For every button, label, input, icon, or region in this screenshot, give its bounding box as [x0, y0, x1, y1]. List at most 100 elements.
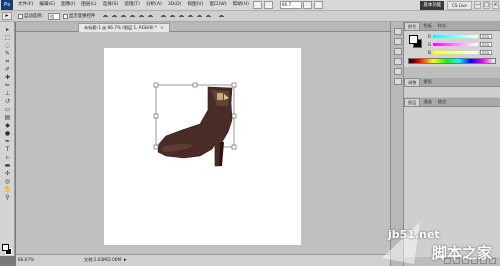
align-hcenter-icon[interactable]	[138, 12, 146, 20]
menu-filter[interactable]: 滤镜(T)	[121, 0, 143, 10]
menu-help[interactable]: 帮助(H)	[230, 0, 252, 10]
distribute-bottom-icon[interactable]	[178, 12, 186, 20]
distribute-left-icon[interactable]	[187, 12, 195, 20]
tab-masks[interactable]: 蒙版	[420, 78, 434, 86]
document-tab[interactable]: 未标题-1 @ 66.7% (图层 1, RGB/8) * ×	[78, 23, 170, 32]
distribute-top-icon[interactable]	[160, 12, 168, 20]
tab-styles[interactable]: 样式	[435, 22, 449, 30]
menu-3d[interactable]: 3D(D)	[165, 0, 185, 10]
foreground-color-swatch[interactable]	[2, 244, 9, 251]
close-window-button[interactable]: ×	[492, 1, 499, 9]
transform-handle[interactable]	[192, 82, 198, 88]
green-value-field[interactable]: 255	[480, 42, 492, 47]
menu-edit[interactable]: 编辑(E)	[36, 0, 58, 10]
show-transform-checkbox[interactable]	[62, 13, 68, 19]
document-canvas[interactable]	[104, 48, 301, 245]
eyedropper-tool-icon[interactable]: ✐	[3, 66, 12, 73]
align-right-icon[interactable]	[147, 12, 155, 20]
transform-handle[interactable]	[153, 82, 159, 88]
gradient-tool-icon[interactable]: ▤	[3, 114, 12, 121]
healing-brush-tool-icon[interactable]: ✚	[3, 74, 12, 81]
align-vcenter-icon[interactable]	[111, 12, 119, 20]
menu-file[interactable]: 文件(F)	[15, 0, 36, 10]
tab-adjustments[interactable]: 调整	[404, 78, 421, 86]
history-brush-tool-icon[interactable]: ↺	[3, 98, 12, 105]
transform-handle[interactable]	[231, 82, 237, 88]
menu-layer[interactable]: 图层(L)	[78, 0, 99, 10]
blue-slider[interactable]	[433, 51, 478, 54]
tab-layers[interactable]: 图层	[404, 98, 421, 106]
tab-channels[interactable]: 通道	[420, 98, 434, 106]
arrange-documents-icon[interactable]	[313, 1, 323, 9]
transform-handle[interactable]	[231, 113, 237, 119]
crop-tool-icon[interactable]: ⌗	[3, 58, 12, 65]
color-spectrum-bar[interactable]	[408, 58, 496, 64]
color-panel-foreground-swatch[interactable]	[409, 35, 418, 44]
auto-select-dropdown[interactable]: 组	[47, 12, 60, 20]
align-top-icon[interactable]	[102, 12, 110, 20]
tab-swatches[interactable]: 色板	[420, 22, 434, 30]
distribute-hcenter-icon[interactable]	[196, 12, 204, 20]
quick-select-tool-icon[interactable]: ✎	[3, 50, 12, 57]
minimize-button[interactable]: —	[474, 1, 481, 9]
workspace-button[interactable]: 基本功能	[420, 1, 444, 10]
tab-paths[interactable]: 路径	[435, 98, 449, 106]
status-zoom-level[interactable]: 66.67%	[18, 255, 34, 265]
move-tool-icon[interactable]: ▸	[3, 26, 12, 33]
cs-live-button[interactable]: CS Live	[447, 1, 472, 10]
clone-stamp-tool-icon[interactable]: ⊥	[3, 90, 12, 97]
maximize-button[interactable]: □	[483, 1, 490, 9]
paragraph-panel-icon[interactable]	[394, 78, 402, 85]
hand-icon[interactable]	[302, 1, 312, 9]
move-tool-preset-icon[interactable]: ▸	[2, 12, 12, 20]
dodge-tool-icon[interactable]: ●	[3, 130, 12, 137]
pen-tool-icon[interactable]: ✒	[3, 138, 12, 145]
menu-window[interactable]: 窗口(W)	[206, 0, 229, 10]
blue-value-field[interactable]: 255	[480, 50, 492, 55]
distribute-vcenter-icon[interactable]	[169, 12, 177, 20]
red-slider[interactable]	[433, 35, 478, 38]
3d-camera-tool-icon[interactable]: ◎	[3, 178, 12, 185]
path-select-tool-icon[interactable]: ▹	[3, 154, 12, 161]
shape-tool-icon[interactable]: ▬	[3, 162, 12, 169]
menu-select[interactable]: 选择(S)	[100, 0, 122, 10]
align-bottom-icon[interactable]	[120, 12, 128, 20]
lasso-tool-icon[interactable]: ◌	[3, 42, 12, 49]
bridge-icon[interactable]	[252, 1, 262, 9]
type-tool-icon[interactable]: T	[3, 146, 12, 153]
watermark-site: jb51.net	[388, 228, 440, 241]
distribute-right-icon[interactable]	[205, 12, 213, 20]
document-tab-bar: 未标题-1 @ 66.7% (图层 1, RGB/8) * ×	[16, 22, 390, 32]
adjustments-panel	[404, 87, 500, 97]
brush-tool-icon[interactable]: ✏	[3, 82, 12, 89]
3d-rotate-tool-icon[interactable]: ✢	[3, 170, 12, 177]
boot-image[interactable]	[104, 48, 301, 245]
green-slider[interactable]	[433, 43, 478, 46]
auto-select-checkbox[interactable]	[18, 13, 23, 19]
close-tab-icon[interactable]: ×	[160, 25, 164, 30]
zoom-level-select[interactable]: 66.7	[279, 1, 302, 9]
eraser-tool-icon[interactable]: ▭	[3, 106, 12, 113]
actions-panel-icon[interactable]	[394, 38, 402, 45]
zoom-tool-icon[interactable]: ⚲	[3, 194, 12, 201]
marquee-tool-icon[interactable]: ⬚	[3, 34, 12, 41]
history-panel-icon[interactable]	[394, 28, 402, 35]
red-value-field[interactable]: 255	[480, 34, 492, 39]
green-slider-row: G 255	[428, 42, 498, 48]
status-menu-arrow-icon[interactable]: ▸	[124, 255, 127, 265]
clone-source-panel-icon[interactable]	[394, 58, 402, 65]
menu-image[interactable]: 图像(I)	[58, 0, 78, 10]
menu-analysis[interactable]: 分析(A)	[143, 0, 165, 10]
align-left-icon[interactable]	[129, 12, 137, 20]
menu-view[interactable]: 视图(V)	[184, 0, 206, 10]
blur-tool-icon[interactable]: ◆	[3, 122, 12, 129]
transform-handle[interactable]	[153, 113, 159, 119]
auto-align-layers-icon[interactable]	[218, 12, 226, 20]
transform-handle[interactable]	[153, 144, 159, 150]
tab-color[interactable]: 颜色	[404, 22, 421, 30]
character-panel-icon[interactable]	[394, 68, 402, 75]
hand-tool-icon[interactable]: ✋	[3, 186, 12, 193]
brushes-panel-icon[interactable]	[394, 48, 402, 55]
mini-bridge-icon[interactable]	[263, 1, 273, 9]
transform-handle[interactable]	[231, 144, 237, 150]
